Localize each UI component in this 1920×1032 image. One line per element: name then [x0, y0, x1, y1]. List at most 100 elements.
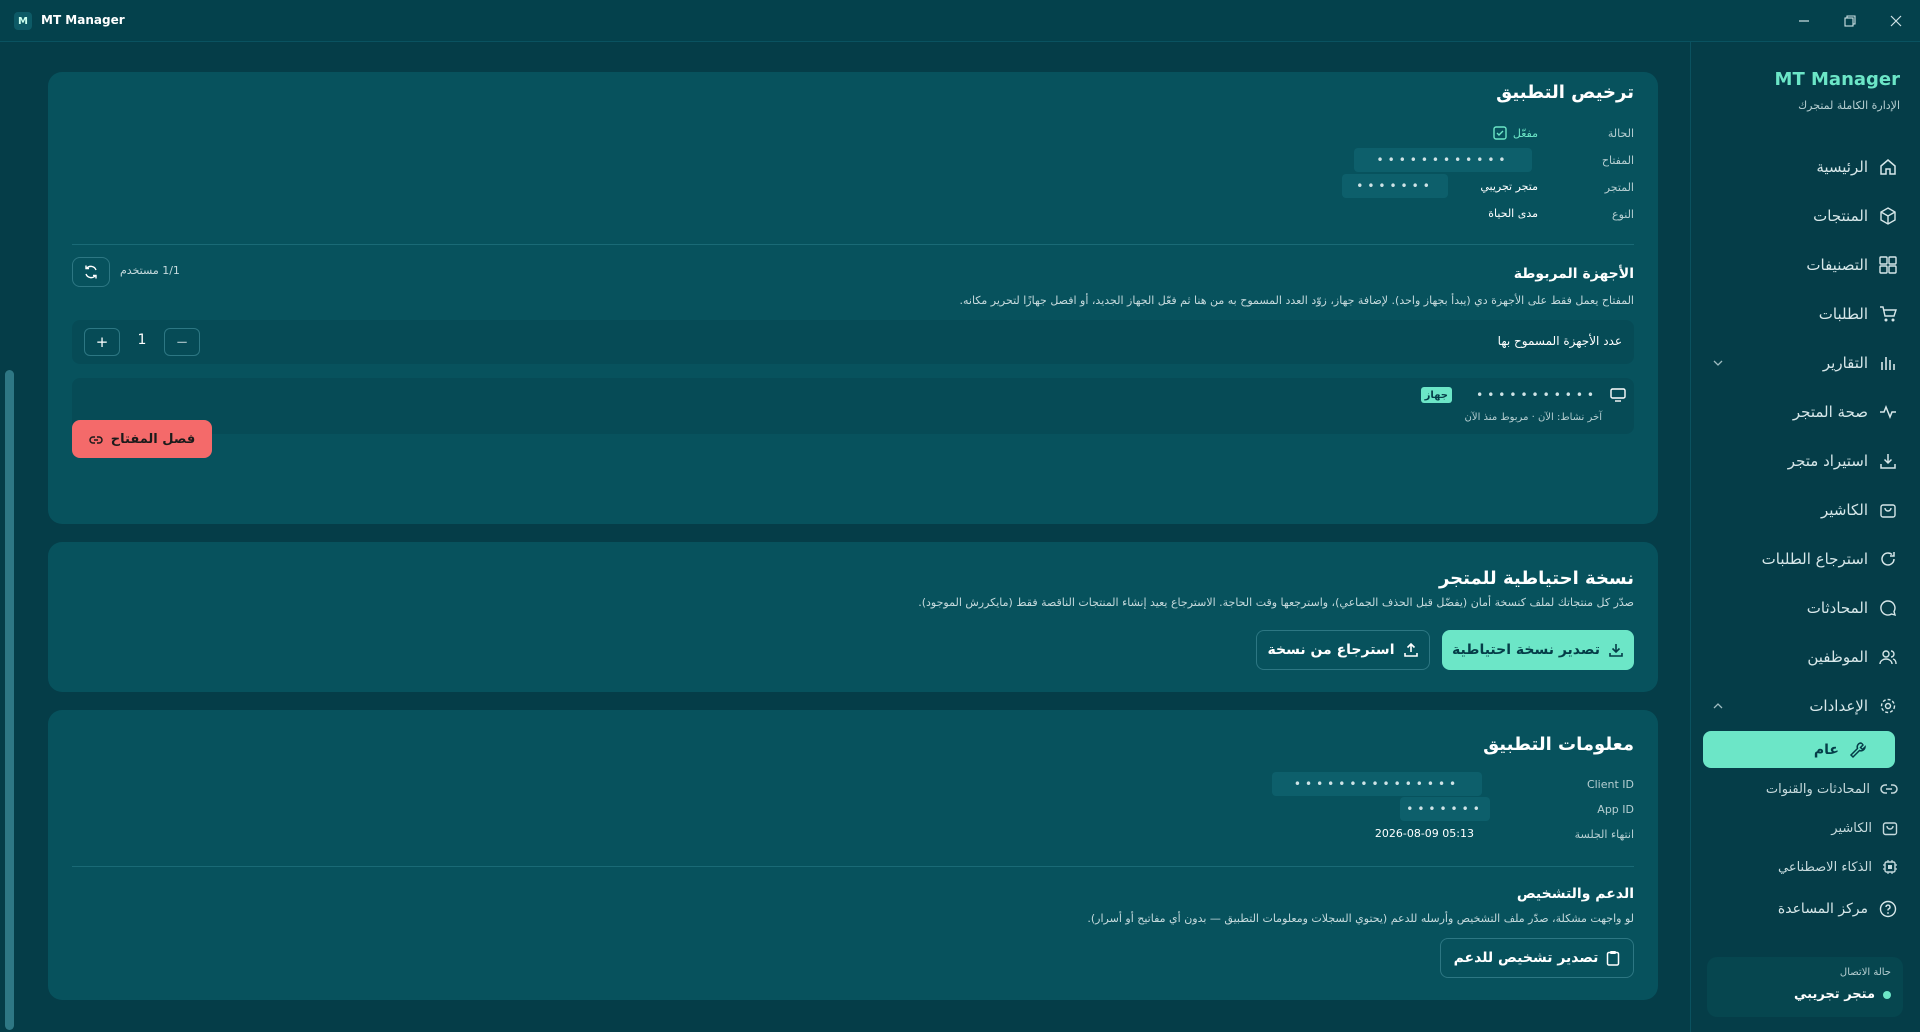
- export-diagnostics-button[interactable]: تصدير تشخيص للدعم: [1440, 938, 1634, 978]
- sidebar-sub-item-ai[interactable]: الذكاء الاصطناعي: [1703, 853, 1898, 881]
- clipboard-icon: [1607, 951, 1620, 966]
- sidebar-sub-item-general[interactable]: عام: [1703, 731, 1895, 768]
- store-label: المتجر: [1604, 181, 1634, 194]
- app-info-title: معلومات التطبيق: [1483, 734, 1634, 755]
- divider: [72, 244, 1634, 245]
- restore-backup-button[interactable]: استرجاع من نسخة: [1256, 630, 1430, 670]
- support-title: الدعم والتشخيص: [1516, 886, 1634, 902]
- gear-icon: [1878, 696, 1898, 716]
- sidebar-item-products[interactable]: المنتجات: [1701, 201, 1898, 231]
- devices-title: الأجهزة المربوطة: [1513, 266, 1634, 282]
- scrollbar-thumb[interactable]: [5, 370, 14, 1030]
- home-icon: [1878, 157, 1898, 177]
- wrench-icon: [1849, 741, 1867, 759]
- chip-icon: [1882, 859, 1898, 875]
- app-info-card: معلومات التطبيق Client ID ••••••••••••••…: [48, 710, 1658, 1000]
- connection-value: متجر تجريبي: [1794, 987, 1891, 1002]
- sidebar-item-label: صحة المتجر: [1792, 403, 1868, 421]
- sidebar-item-categories[interactable]: التصنيفات: [1701, 250, 1898, 280]
- sidebar-item-store-health[interactable]: صحة المتجر: [1701, 397, 1898, 427]
- app-id-value: •••••••: [1400, 797, 1490, 821]
- devices-description: المفتاح يعمل فقط على الأجهزة دي (يبدأ بج…: [959, 294, 1635, 307]
- sidebar-item-label: المحادثات: [1806, 599, 1868, 617]
- pulse-icon: [1878, 402, 1898, 422]
- restore-backup-label: استرجاع من نسخة: [1267, 642, 1395, 658]
- sidebar-item-settings[interactable]: الإعدادات: [1701, 691, 1898, 721]
- device-badge: جهاز: [1420, 387, 1452, 403]
- connection-title: حالة الاتصال: [1839, 967, 1891, 978]
- device-entry: ••••••••••• جهاز آخر نشاط: الآن · مربوط …: [72, 378, 1634, 434]
- close-button[interactable]: [1882, 8, 1910, 34]
- sidebar-item-label: الرئيسية: [1816, 158, 1868, 176]
- restore-button[interactable]: [1836, 8, 1864, 34]
- status-label: الحالة: [1607, 127, 1634, 140]
- support-description: لو واجهت مشكلة، صدّر ملف التشخيص وأرسله …: [1087, 912, 1634, 925]
- bag-icon: [1882, 820, 1898, 836]
- export-backup-button[interactable]: تصدير نسخة احتياطية: [1442, 630, 1634, 670]
- app-logo-icon: M: [14, 12, 32, 30]
- key-masked-value: ••••••••••••: [1354, 148, 1532, 172]
- download-icon: [1878, 451, 1898, 471]
- sidebar-item-label: التقارير: [1822, 354, 1868, 372]
- restore-icon: [1844, 15, 1856, 27]
- sidebar-item-cashier[interactable]: الكاشير: [1701, 495, 1898, 525]
- sidebar-item-label: استيراد متجر: [1787, 452, 1868, 470]
- store-name: متجر تجريبي: [1480, 180, 1538, 193]
- sidebar-item-home[interactable]: الرئيسية: [1701, 152, 1898, 182]
- sidebar-item-label: الموظفين: [1807, 648, 1868, 666]
- monitor-icon: [1610, 388, 1626, 402]
- link-icon: [1880, 782, 1898, 796]
- type-label: النوع: [1612, 208, 1634, 221]
- sidebar-item-reports[interactable]: التقارير: [1701, 348, 1898, 378]
- sidebar-sub-item-label: المحادثات والقنوات: [1765, 781, 1870, 797]
- box-icon: [1878, 206, 1898, 226]
- sidebar-item-import-store[interactable]: استيراد متجر: [1701, 446, 1898, 476]
- sidebar-item-returns[interactable]: استرجاع الطلبات: [1701, 544, 1898, 574]
- bag-icon: [1878, 500, 1898, 520]
- users-icon: [1878, 647, 1898, 667]
- sidebar-item-help-center[interactable]: مركز المساعدة: [1701, 894, 1898, 924]
- connection-status-box: حالة الاتصال متجر تجريبي: [1707, 957, 1903, 1017]
- decrement-button[interactable]: −: [164, 328, 200, 356]
- refresh-icon: [1878, 549, 1898, 569]
- sidebar-item-employees[interactable]: الموظفين: [1701, 642, 1898, 672]
- increment-button[interactable]: +: [84, 328, 120, 356]
- sidebar-item-label: المنتجات: [1813, 207, 1868, 225]
- bar-chart-icon: [1878, 353, 1898, 373]
- key-label: المفتاح: [1601, 154, 1634, 167]
- help-icon: [1878, 899, 1898, 919]
- sidebar-item-orders[interactable]: الطلبات: [1701, 299, 1898, 329]
- brand-name: MT Manager: [1774, 69, 1900, 90]
- sidebar-sub-item-chats-channels[interactable]: المحادثات والقنوات: [1703, 775, 1898, 803]
- window-title: MT Manager: [41, 13, 125, 27]
- export-backup-label: تصدير نسخة احتياطية: [1452, 642, 1600, 658]
- allowed-devices-row: عدد الأجهزة المسموح بها + 1 −: [72, 320, 1634, 364]
- refresh-devices-button[interactable]: [72, 257, 110, 287]
- sidebar: MT Manager الإدارة الكاملة لمتجرك الرئيس…: [1690, 42, 1920, 1032]
- chevron-down-icon[interactable]: [1713, 360, 1723, 366]
- sidebar-item-label: مركز المساعدة: [1777, 901, 1868, 917]
- chevron-up-icon[interactable]: [1713, 703, 1723, 709]
- brand-tagline: الإدارة الكاملة لمتجرك: [1798, 99, 1900, 112]
- minimize-button[interactable]: [1790, 8, 1818, 34]
- unlink-key-button[interactable]: فصل المفتاح: [72, 420, 212, 458]
- chat-icon: [1878, 598, 1898, 618]
- check-box-icon: [1493, 126, 1507, 140]
- sidebar-item-label: الطلبات: [1818, 305, 1868, 323]
- close-icon: [1890, 15, 1902, 27]
- upload-icon: [1403, 642, 1418, 657]
- sidebar-sub-item-cashier[interactable]: الكاشير: [1703, 814, 1898, 842]
- users-count: 1/1 مستخدم: [120, 264, 180, 277]
- unlink-label: فصل المفتاح: [110, 431, 196, 447]
- connection-store-name: متجر تجريبي: [1793, 987, 1875, 1002]
- refresh-icon: [85, 265, 97, 279]
- sidebar-item-label: الإعدادات: [1809, 697, 1868, 715]
- client-id-value: •••••••••••••••: [1272, 772, 1482, 796]
- divider: [72, 866, 1634, 867]
- backup-description: صدّر كل منتجاتك لملف كنسخة أمان (يفضّل ق…: [918, 596, 1634, 609]
- sidebar-sub-item-label: الذكاء الاصطناعي: [1778, 859, 1872, 875]
- link-icon: [89, 436, 103, 444]
- sidebar-item-chats[interactable]: المحادثات: [1701, 593, 1898, 623]
- grid-icon: [1878, 255, 1898, 275]
- export-diagnostics-label: تصدير تشخيص للدعم: [1453, 950, 1599, 966]
